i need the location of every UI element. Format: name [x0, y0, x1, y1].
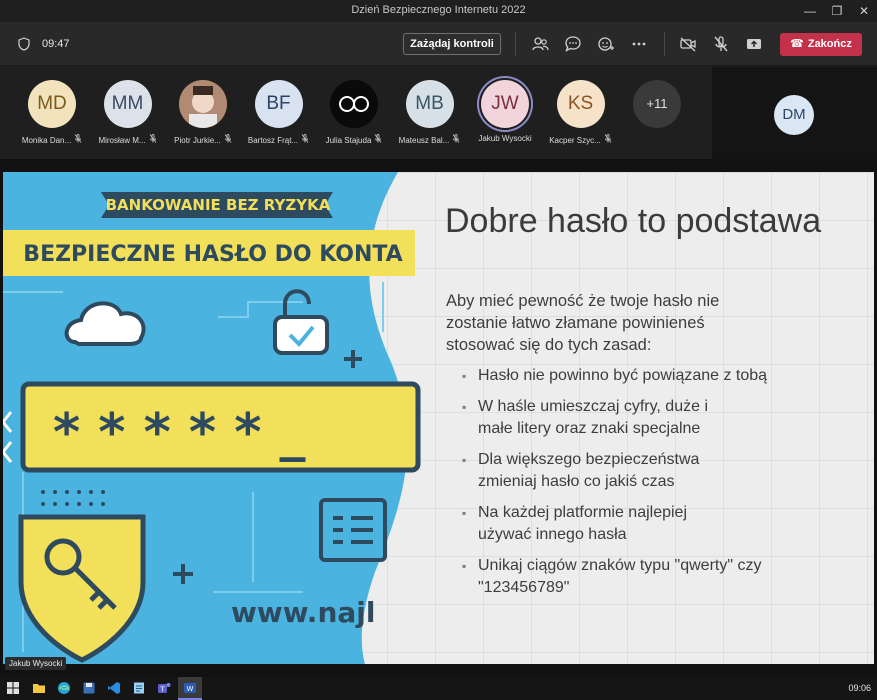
toolbar-divider	[664, 32, 665, 56]
participant-avatar: KS	[556, 80, 605, 128]
end-call-button[interactable]: ☎ Zakończ	[780, 33, 862, 56]
vscode-icon[interactable]	[107, 681, 121, 695]
slide-password-mask: * * * * * _	[53, 403, 305, 463]
svg-text:W: W	[187, 685, 194, 693]
participant-avatar	[330, 80, 378, 128]
end-call-label: Zakończ	[807, 38, 852, 50]
mic-muted-icon	[149, 134, 157, 145]
minimize-icon[interactable]: —	[802, 3, 818, 19]
slide-url-text: www.najl	[231, 596, 375, 629]
restore-icon[interactable]: ❐	[829, 3, 845, 19]
toolbar-divider	[515, 32, 516, 56]
participant-tile[interactable]: BF Bartosz Frąt...	[242, 80, 316, 145]
slide-bullet: W haśle umieszczaj cyfry, duże i małe li…	[462, 396, 712, 440]
presenter-name-tag: Jakub Wysocki	[5, 657, 67, 670]
mic-muted-icon	[374, 134, 382, 145]
participant-tile[interactable]: MM Mirosław M...	[91, 80, 165, 145]
self-avatar: DM	[774, 95, 814, 135]
windows-taskbar: T W 09:06	[0, 677, 877, 700]
participant-tile[interactable]: MB Mateusz Bal...	[393, 80, 467, 145]
slide-intro: Aby mieć pewność że twoje hasło nie zost…	[446, 292, 720, 354]
window-title: Dzień Bezpiecznego Internetu 2022	[351, 4, 526, 16]
slide-bullet: Na każdej platformie najlepiej używać in…	[462, 502, 742, 546]
participant-name: Bartosz Frąt...	[242, 134, 316, 145]
mic-muted-icon	[452, 134, 460, 145]
participant-name: Jakub Wysocki	[478, 134, 532, 143]
participant-name: Kacper Szyc...	[544, 134, 618, 145]
participant-avatar: MB	[405, 80, 454, 128]
request-control-button[interactable]: Zażądaj kontroli	[403, 33, 501, 55]
file-explorer-icon[interactable]	[32, 681, 46, 695]
close-icon[interactable]: ✕	[856, 3, 872, 19]
camera-off-icon[interactable]	[678, 34, 698, 54]
shared-content-stage: BANKOWANIE BEZ RYZYKA BEZPIECZNE HASŁO D…	[0, 159, 877, 677]
phone-icon: ☎	[790, 38, 804, 50]
participant-avatar: BF	[254, 80, 303, 128]
participant-name: Mateusz Bal...	[393, 134, 467, 145]
slide-bullet: Unikaj ciągów znaków typu "qwerty" czy "…	[462, 555, 802, 599]
active-app-tab[interactable]: W	[178, 677, 202, 700]
mic-muted-icon	[604, 134, 612, 145]
participants-strip: MD Monika Dan... MM Mirosław M... Piotr Jurk…	[0, 67, 877, 159]
mic-muted-icon	[74, 134, 82, 145]
title-bar: Dzień Bezpiecznego Internetu 2022 — ❐ ✕	[0, 0, 877, 22]
edge-browser-icon[interactable]	[57, 681, 71, 695]
windows-start-icon[interactable]	[6, 681, 20, 695]
slide-heading: Dobre hasło to podstawa	[445, 202, 822, 240]
participant-name: Piotr Jurkie...	[166, 134, 240, 145]
participant-tile[interactable]: Piotr Jurkie...	[166, 80, 240, 145]
slide-ribbon-text: BANKOWANIE BEZ RYZYKA	[106, 196, 331, 214]
mic-muted-icon	[301, 134, 309, 145]
shield-icon[interactable]	[18, 37, 30, 51]
participant-avatar: MM	[103, 80, 152, 128]
svg-text:T: T	[159, 686, 165, 694]
participant-avatar: JW	[481, 80, 529, 128]
slide-bullet: Dla większego bezpieczeństwa zmieniaj ha…	[462, 449, 732, 493]
participant-tile[interactable]: KS Kacper Szyc...	[544, 80, 618, 145]
word-icon: W	[184, 683, 196, 693]
share-screen-icon[interactable]	[744, 34, 764, 54]
chat-icon[interactable]	[563, 34, 583, 54]
participant-tile[interactable]: MD Monika Dan...	[15, 80, 89, 145]
self-view: DM	[712, 67, 877, 159]
more-participants[interactable]: +11	[620, 80, 694, 128]
reactions-icon[interactable]	[596, 34, 616, 54]
participant-name: Monika Dan...	[15, 134, 89, 145]
taskbar-clock: 09:06	[848, 683, 871, 693]
slide-illustration: BANKOWANIE BEZ RYZYKA BEZPIECZNE HASŁO D…	[3, 172, 421, 664]
participant-name: Mirosław M...	[91, 134, 165, 145]
participant-tile[interactable]: JW Jakub Wysocki	[468, 80, 542, 143]
participant-tile[interactable]: Julia Stajuda	[317, 80, 391, 145]
slide-banner-text: BEZPIECZNE HASŁO DO KONTA	[23, 242, 402, 267]
presentation-slide: BANKOWANIE BEZ RYZYKA BEZPIECZNE HASŁO D…	[3, 172, 874, 664]
people-icon[interactable]	[530, 34, 550, 54]
more-options-icon[interactable]	[629, 34, 649, 54]
teams-icon[interactable]: T	[157, 681, 171, 695]
participant-name: Julia Stajuda	[317, 134, 391, 145]
notepad-icon[interactable]	[132, 681, 146, 695]
more-participants-count: +11	[633, 80, 681, 128]
mic-muted-icon	[224, 134, 232, 145]
slide-bullet: Hasło nie powinno być powiązane z tobą	[462, 365, 822, 387]
save-icon[interactable]	[82, 681, 96, 695]
participant-avatar	[179, 80, 227, 128]
slide-bullet-list: Hasło nie powinno być powiązane z tobą W…	[462, 365, 822, 608]
call-toolbar: 09:47 Zażądaj kontroli ☎ Zakończ	[0, 22, 877, 66]
mic-off-icon[interactable]	[711, 34, 731, 54]
call-timer: 09:47	[42, 38, 70, 50]
participant-avatar: MD	[28, 80, 76, 128]
